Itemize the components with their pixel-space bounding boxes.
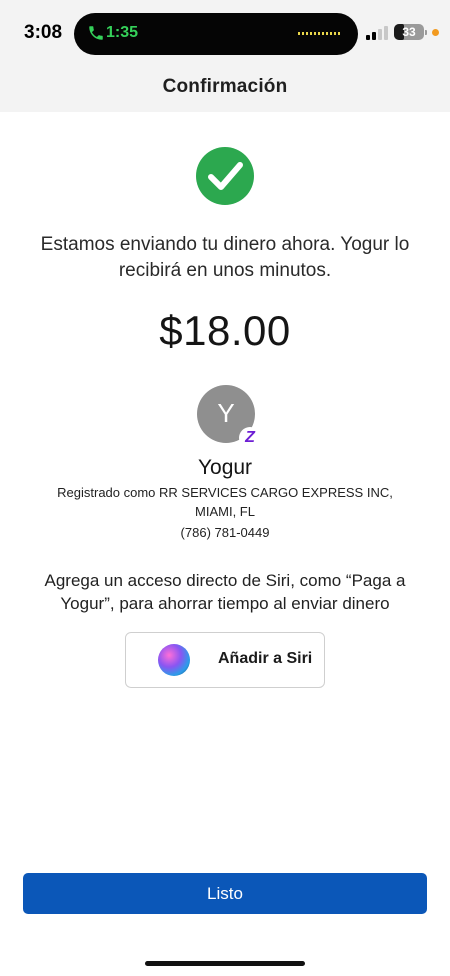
recipient-name: Yogur <box>197 456 253 479</box>
avatar-initial: Y <box>217 398 235 428</box>
battery-percentage: 33 <box>402 25 416 39</box>
status-and-header: 3:08 1:35 33 Confirmación <box>0 0 450 112</box>
zelle-icon: Z <box>239 427 261 449</box>
add-to-siri-label: Añadir a Siri <box>218 650 313 667</box>
recipient-phone: (786) 781-0449 <box>180 525 270 540</box>
audio-wave-icon <box>298 32 342 35</box>
battery-icon: 33 <box>394 24 424 40</box>
call-timer: 1:35 <box>106 24 139 41</box>
check-circle-icon <box>196 147 254 205</box>
page-title: Confirmación <box>162 76 288 97</box>
done-button-label: Listo <box>207 884 243 903</box>
battery-tip <box>425 30 427 35</box>
done-button[interactable]: Listo <box>23 873 427 914</box>
amount-sent: $18.00 <box>159 307 291 354</box>
recipient-registered-name: Registrado como RR SERVICES CARGO EXPRES… <box>57 485 393 500</box>
siri-shortcut-prompt: Agrega un acceso directo de Siri, como “… <box>44 571 406 613</box>
dynamic-island-call[interactable]: 1:35 <box>74 13 358 55</box>
home-indicator[interactable] <box>145 961 305 966</box>
recipient-location: MIAMI, FL <box>195 504 255 519</box>
add-to-siri-button[interactable]: Añadir a Siri <box>125 632 325 688</box>
cellular-signal-icon <box>366 26 388 40</box>
confirmation-message: Estamos enviando tu dinero ahora. Yogur … <box>40 234 410 281</box>
status-time: 3:08 <box>24 22 63 43</box>
siri-icon <box>158 644 190 676</box>
mic-in-use-indicator <box>432 29 439 36</box>
phone-icon <box>89 26 103 40</box>
zelle-badge-letter: Z <box>245 429 255 446</box>
